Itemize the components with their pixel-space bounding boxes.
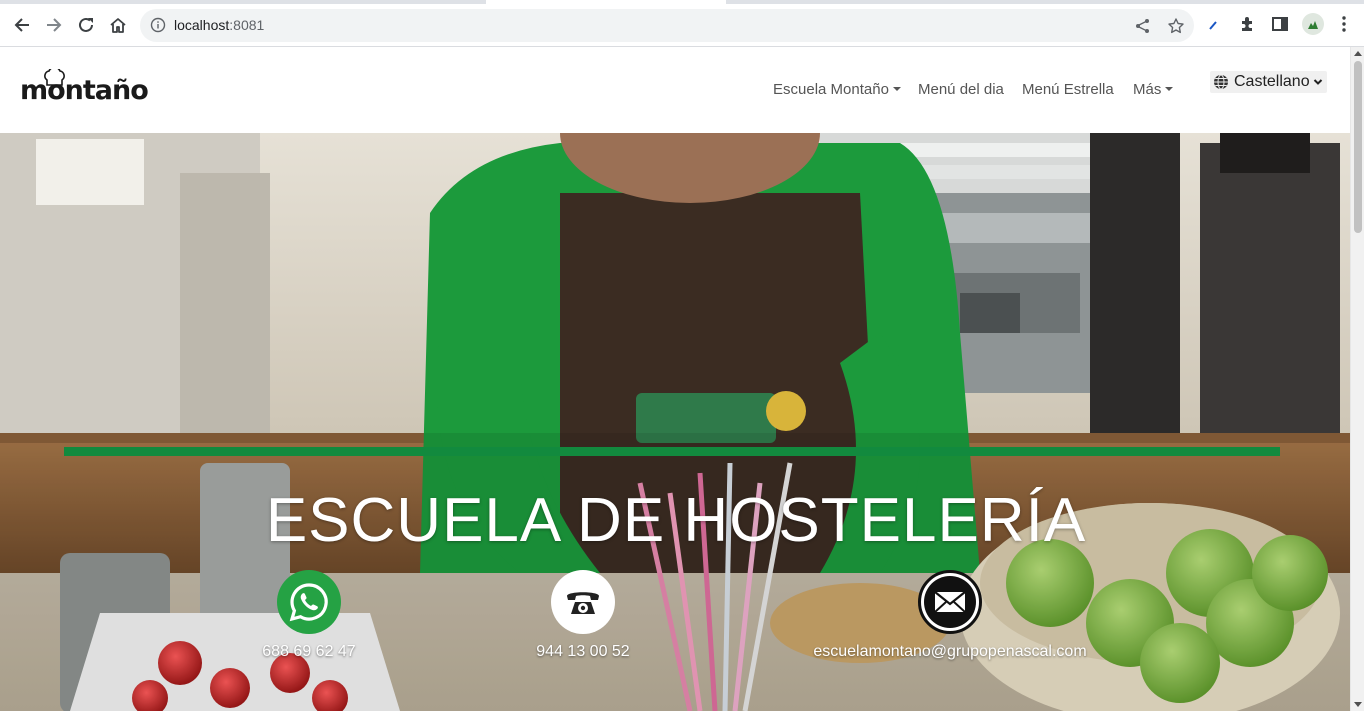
email-icon[interactable] <box>918 570 982 634</box>
nav-label: Más <box>1133 81 1162 98</box>
phone-icon[interactable] <box>551 570 615 634</box>
tab-strip <box>0 0 1364 4</box>
nav-label: Menú del dia <box>918 81 1004 98</box>
bookmark-star-icon[interactable] <box>1167 17 1185 35</box>
hero-accent-bar <box>64 447 1280 456</box>
contact-phone[interactable]: 944 13 00 52 <box>533 570 633 661</box>
nav-label: Escuela Montaño <box>773 81 889 98</box>
url-port: :8081 <box>229 17 265 33</box>
caret-down-icon <box>892 87 901 91</box>
url-host: localhost <box>174 17 230 33</box>
side-panel-icon[interactable] <box>1270 14 1290 34</box>
hero-background-image <box>0 133 1350 711</box>
scroll-down-arrow-icon[interactable] <box>1354 702 1362 707</box>
caret-down-icon <box>1165 87 1174 91</box>
site-logo[interactable]: montaño <box>20 69 149 109</box>
scroll-up-arrow-icon[interactable] <box>1354 51 1362 56</box>
hero-section: ESCUELA DE HOSTELERÍA 688 69 62 47 944 1… <box>0 133 1350 711</box>
whatsapp-icon[interactable] <box>277 570 341 634</box>
nav-menu-del-dia[interactable]: Menú del dia <box>918 81 1004 98</box>
profile-avatar-icon[interactable] <box>1302 13 1324 35</box>
reload-icon[interactable] <box>74 13 98 37</box>
hero-title: ESCUELA DE HOSTELERÍA <box>0 485 1350 556</box>
site-info-icon[interactable] <box>150 17 166 33</box>
menu-kebab-icon[interactable] <box>1334 14 1354 34</box>
language-select[interactable]: Castellano <box>1210 71 1327 93</box>
site-navbar: montaño Escuela Montaño Menú del dia Men… <box>0 47 1350 133</box>
nav-menu-estrella[interactable]: Menú Estrella <box>1022 81 1114 98</box>
home-icon[interactable] <box>106 13 130 37</box>
contact-email[interactable]: escuelamontano@grupopenascal.com <box>810 570 1090 661</box>
logo-text: montaño <box>20 75 149 106</box>
address-bar[interactable]: localhost:8081 <box>140 9 1194 42</box>
scrollbar-thumb[interactable] <box>1354 61 1362 233</box>
nav-label: Menú Estrella <box>1022 81 1114 98</box>
contact-whatsapp[interactable]: 688 69 62 47 <box>259 570 359 661</box>
active-tab[interactable] <box>486 0 726 4</box>
phone-number[interactable]: 944 13 00 52 <box>533 643 633 661</box>
extension-pen-icon[interactable] <box>1204 14 1224 34</box>
url-text: localhost:8081 <box>174 17 264 33</box>
email-address[interactable]: escuelamontano@grupopenascal.com <box>810 643 1090 661</box>
extensions-puzzle-icon[interactable] <box>1238 14 1258 34</box>
language-label: Castellano <box>1234 73 1310 90</box>
chevron-down-icon <box>1313 79 1322 85</box>
nav-mas[interactable]: Más <box>1133 81 1174 98</box>
browser-toolbar: localhost:8081 <box>0 0 1364 47</box>
back-icon[interactable] <box>10 13 34 37</box>
nav-escuela-montano[interactable]: Escuela Montaño <box>773 81 901 98</box>
page-scrollbar[interactable] <box>1350 47 1364 711</box>
forward-icon[interactable] <box>42 13 66 37</box>
share-icon[interactable] <box>1134 17 1152 35</box>
hero-title-text: ESCUELA DE HOSTELERÍA <box>265 486 1087 555</box>
globe-icon <box>1214 74 1228 90</box>
whatsapp-number[interactable]: 688 69 62 47 <box>259 643 359 661</box>
